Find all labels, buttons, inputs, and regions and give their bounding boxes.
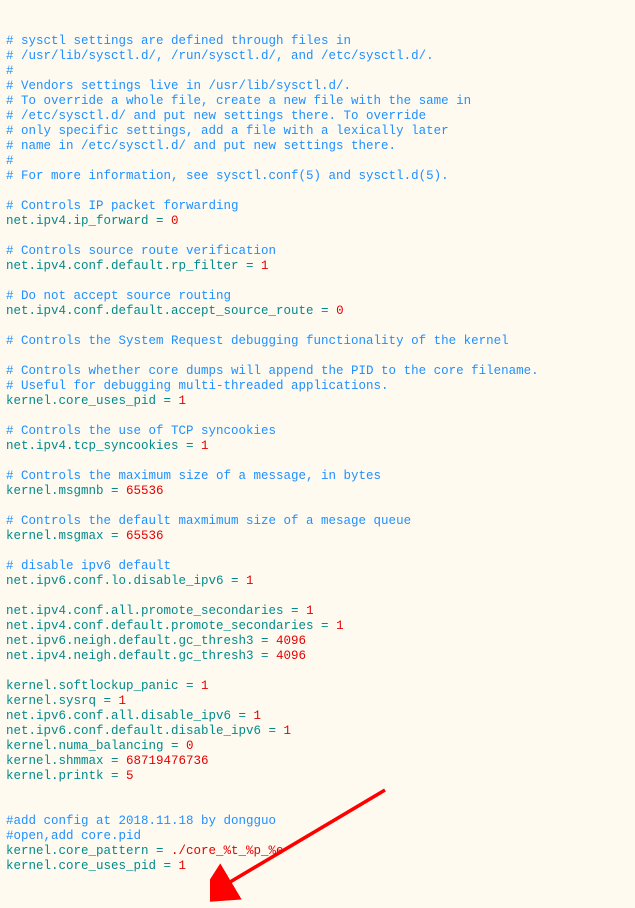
code-line: # Do not accept source routing bbox=[6, 289, 629, 304]
code-line: # Useful for debugging multi-threaded ap… bbox=[6, 379, 629, 394]
code-line: # To override a whole file, create a new… bbox=[6, 94, 629, 109]
code-line: # Vendors settings live in /usr/lib/sysc… bbox=[6, 79, 629, 94]
code-line: kernel.printk = 5 bbox=[6, 769, 629, 784]
code-line bbox=[6, 784, 629, 799]
code-line: net.ipv6.conf.all.disable_ipv6 = 1 bbox=[6, 709, 629, 724]
code-line bbox=[6, 799, 629, 814]
code-line: # Controls the default maxmimum size of … bbox=[6, 514, 629, 529]
code-line: # name in /etc/sysctl.d/ and put new set… bbox=[6, 139, 629, 154]
code-line: #add config at 2018.11.18 by dongguo bbox=[6, 814, 629, 829]
code-line: # Controls the use of TCP syncookies bbox=[6, 424, 629, 439]
code-line: kernel.softlockup_panic = 1 bbox=[6, 679, 629, 694]
code-line bbox=[6, 229, 629, 244]
code-line: # Controls IP packet forwarding bbox=[6, 199, 629, 214]
code-line bbox=[6, 184, 629, 199]
code-line: net.ipv4.ip_forward = 0 bbox=[6, 214, 629, 229]
code-line: net.ipv4.neigh.default.gc_thresh3 = 4096 bbox=[6, 649, 629, 664]
code-line bbox=[6, 274, 629, 289]
code-line: net.ipv4.conf.default.rp_filter = 1 bbox=[6, 259, 629, 274]
code-line: kernel.shmmax = 68719476736 bbox=[6, 754, 629, 769]
code-line: # For more information, see sysctl.conf(… bbox=[6, 169, 629, 184]
code-line: net.ipv4.conf.all.promote_secondaries = … bbox=[6, 604, 629, 619]
code-line: kernel.core_uses_pid = 1 bbox=[6, 394, 629, 409]
empty-line-tildes: ~~~~~~~~~~~ bbox=[6, 904, 629, 908]
code-line bbox=[6, 409, 629, 424]
code-line: kernel.msgmnb = 65536 bbox=[6, 484, 629, 499]
code-line: # bbox=[6, 64, 629, 79]
code-line bbox=[6, 454, 629, 469]
code-line bbox=[6, 349, 629, 364]
code-line: # Controls source route verification bbox=[6, 244, 629, 259]
code-line: # disable ipv6 default bbox=[6, 559, 629, 574]
code-line bbox=[6, 499, 629, 514]
code-line: net.ipv6.neigh.default.gc_thresh3 = 4096 bbox=[6, 634, 629, 649]
code-line: # /etc/sysctl.d/ and put new settings th… bbox=[6, 109, 629, 124]
code-line: kernel.core_pattern = ./core_%t_%p_%e bbox=[6, 844, 629, 859]
code-line: net.ipv6.conf.default.disable_ipv6 = 1 bbox=[6, 724, 629, 739]
code-line: #open,add core.pid bbox=[6, 829, 629, 844]
code-line: kernel.sysrq = 1 bbox=[6, 694, 629, 709]
code-line bbox=[6, 664, 629, 679]
tilde-line: ~ bbox=[6, 904, 629, 908]
code-line: net.ipv4.conf.default.accept_source_rout… bbox=[6, 304, 629, 319]
code-line: # Controls the System Request debugging … bbox=[6, 334, 629, 349]
code-line: # sysctl settings are defined through fi… bbox=[6, 34, 629, 49]
code-line: # /usr/lib/sysctl.d/, /run/sysctl.d/, an… bbox=[6, 49, 629, 64]
code-line: net.ipv6.conf.lo.disable_ipv6 = 1 bbox=[6, 574, 629, 589]
code-line: kernel.core_uses_pid = 1 bbox=[6, 859, 629, 874]
code-line: net.ipv4.conf.default.promote_secondarie… bbox=[6, 619, 629, 634]
code-line: # only specific settings, add a file wit… bbox=[6, 124, 629, 139]
code-line: kernel.numa_balancing = 0 bbox=[6, 739, 629, 754]
code-line: # bbox=[6, 154, 629, 169]
code-line bbox=[6, 589, 629, 604]
file-lines: # sysctl settings are defined through fi… bbox=[6, 34, 629, 874]
code-line bbox=[6, 319, 629, 334]
code-line: # Controls whether core dumps will appen… bbox=[6, 364, 629, 379]
vim-editor-content[interactable]: # sysctl settings are defined through fi… bbox=[0, 0, 635, 908]
code-line: net.ipv4.tcp_syncookies = 1 bbox=[6, 439, 629, 454]
code-line: # Controls the maximum size of a message… bbox=[6, 469, 629, 484]
code-line bbox=[6, 544, 629, 559]
code-line: kernel.msgmax = 65536 bbox=[6, 529, 629, 544]
